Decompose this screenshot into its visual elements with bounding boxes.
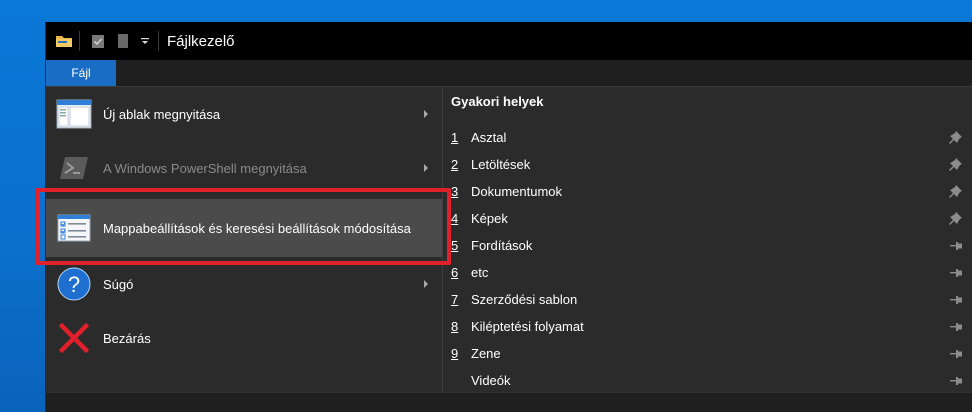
toolbar-separator xyxy=(79,31,80,51)
place-shortcut-number: 5 xyxy=(451,238,459,253)
tab-file[interactable]: Fájl xyxy=(46,60,116,86)
place-name: Kiléptetési folyamat xyxy=(471,319,584,334)
submenu-arrow-icon xyxy=(424,164,428,172)
new-folder-icon[interactable] xyxy=(116,33,130,49)
menu-item-label: Bezárás xyxy=(103,330,151,346)
place-name: etc xyxy=(471,265,489,280)
menu-item-label: Új ablak megnyitása xyxy=(103,106,221,122)
help-icon: ? xyxy=(57,267,91,301)
list-item[interactable]: 1 Asztal xyxy=(443,124,972,151)
customize-toolbar-icon[interactable] xyxy=(140,36,150,46)
list-item[interactable]: 5 Fordítások xyxy=(443,232,972,259)
place-name: Videók xyxy=(471,373,511,388)
menu-item-powershell[interactable]: A Windows PowerShell megnyitása xyxy=(46,141,442,195)
new-window-icon xyxy=(56,99,92,129)
list-item[interactable]: 4 Képek xyxy=(443,205,972,232)
list-item[interactable]: 3 Dokumentumok xyxy=(443,178,972,205)
place-name: Zene xyxy=(471,346,501,361)
place-shortcut-number: 2 xyxy=(451,157,459,172)
title-bar: Fájlkezelő xyxy=(46,22,972,60)
frequent-places-title: Gyakori helyek xyxy=(451,94,544,109)
unpinned-icon[interactable] xyxy=(949,266,963,280)
menu-item-folder-options[interactable]: Mappabeállítások és keresési beállítások… xyxy=(46,199,442,257)
file-explorer-window: Fájlkezelő Fájl Új ablak megnyitása A Wi… xyxy=(45,22,972,412)
place-name: Képek xyxy=(471,211,508,226)
place-name: Dokumentumok xyxy=(471,184,563,199)
place-name: Asztal xyxy=(471,130,507,145)
unpinned-icon[interactable] xyxy=(949,347,963,361)
place-shortcut-number: 4 xyxy=(451,211,459,226)
place-name: Szerződési sablon xyxy=(471,292,578,307)
properties-icon[interactable] xyxy=(90,33,106,49)
menu-item-help[interactable]: ? Súgó xyxy=(46,257,442,311)
status-bar xyxy=(46,392,972,412)
pinned-icon[interactable] xyxy=(949,131,963,145)
folder-icon[interactable] xyxy=(55,33,73,49)
unpinned-icon[interactable] xyxy=(949,374,963,388)
list-item[interactable]: 7 Szerződési sablon xyxy=(443,286,972,313)
list-item[interactable]: 8 Kiléptetési folyamat xyxy=(443,313,972,340)
place-shortcut-number: 1 xyxy=(451,130,459,145)
place-shortcut-number: 9 xyxy=(451,346,459,361)
unpinned-icon[interactable] xyxy=(949,239,963,253)
submenu-arrow-icon xyxy=(424,110,428,118)
ribbon: Fájl xyxy=(46,60,972,86)
list-item[interactable]: 6 etc xyxy=(443,259,972,286)
unpinned-icon[interactable] xyxy=(949,320,963,334)
menu-item-new-window[interactable]: Új ablak megnyitása xyxy=(46,87,442,141)
place-name: Letöltések xyxy=(471,157,531,172)
quick-access-toolbar xyxy=(46,22,165,60)
frequent-places-pane: Gyakori helyek 1 Asztal 2 Letöltések 3 Dokume… xyxy=(443,87,972,392)
submenu-arrow-icon xyxy=(424,280,428,288)
pinned-icon[interactable] xyxy=(949,212,963,226)
menu-item-label: Súgó xyxy=(103,276,134,292)
place-shortcut-number: 7 xyxy=(451,292,459,307)
menu-item-label: A Windows PowerShell megnyitása xyxy=(103,160,307,176)
pinned-icon[interactable] xyxy=(949,158,963,172)
menu-commands: Új ablak megnyitása A Windows PowerShell… xyxy=(46,87,442,392)
folder-options-icon xyxy=(57,214,91,242)
place-shortcut-number: 3 xyxy=(451,184,459,199)
place-name: Fordítások xyxy=(471,238,533,253)
powershell-icon xyxy=(59,156,89,180)
pinned-icon[interactable] xyxy=(949,185,963,199)
window-title: Fájlkezelő xyxy=(167,32,235,50)
place-shortcut-number: 8 xyxy=(451,319,459,334)
menu-item-close[interactable]: Bezárás xyxy=(46,311,442,365)
place-shortcut-number: 6 xyxy=(451,265,459,280)
close-icon xyxy=(59,323,89,353)
file-menu: Új ablak megnyitása A Windows PowerShell… xyxy=(46,86,972,392)
toolbar-separator xyxy=(158,31,159,51)
list-item[interactable]: 9 Zene xyxy=(443,340,972,367)
list-item[interactable]: Videók xyxy=(443,367,972,394)
unpinned-icon[interactable] xyxy=(949,293,963,307)
list-item[interactable]: 2 Letöltések xyxy=(443,151,972,178)
svg-text:?: ? xyxy=(68,272,80,297)
menu-item-label: Mappabeállítások és keresési beállítások… xyxy=(103,220,411,236)
